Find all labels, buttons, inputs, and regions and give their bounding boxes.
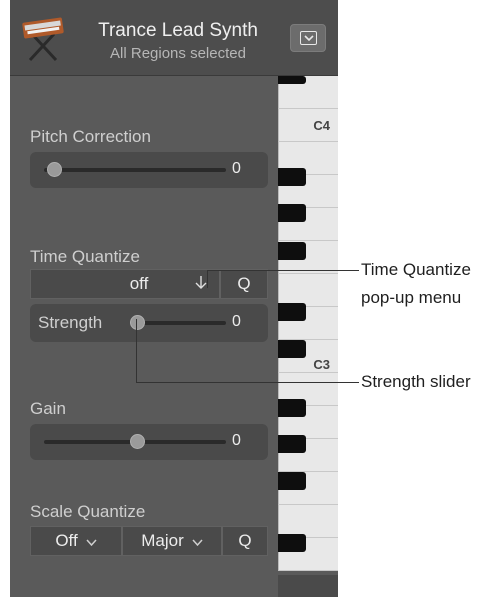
pitch-correction-value: 0 (232, 160, 241, 177)
key-label-c3: C3 (313, 357, 330, 372)
gain-label: Gain (30, 399, 66, 418)
scale-quantize-q-button[interactable]: Q (222, 526, 268, 556)
strength-slider-thumb[interactable] (130, 315, 145, 330)
inspector-menu-button[interactable] (290, 24, 326, 52)
callout-leader (136, 319, 137, 382)
scale-quantize-label: Scale Quantize (30, 502, 146, 521)
gain-thumb[interactable] (130, 434, 145, 449)
piano-white-key[interactable]: C4 (278, 109, 338, 142)
strength-label: Strength (38, 313, 103, 332)
callout-leader (136, 382, 359, 383)
chevron-down-icon (195, 275, 207, 296)
callout-leader (207, 270, 208, 288)
callout-leader (207, 270, 359, 271)
piano-keyboard: C4 C3 (278, 76, 338, 597)
selection-status: All Regions selected (110, 45, 246, 62)
key-label-c4: C4 (313, 118, 330, 133)
gain-slider[interactable]: 0 (30, 424, 268, 460)
time-quantize-selected: off (129, 274, 149, 293)
strength-slider-row: Strength 0 (30, 304, 268, 342)
inspector-header: Trance Lead Synth All Regions selected (10, 0, 338, 76)
pitch-correction-label: Pitch Correction (30, 127, 151, 146)
scale-type-popup[interactable]: Major (122, 526, 222, 556)
time-quantize-label: Time Quantize (30, 247, 140, 266)
scale-quantize-controls: Off Major Q (30, 526, 268, 556)
piano-black-key[interactable] (278, 76, 306, 84)
piano-scroll-footer (278, 575, 338, 597)
slider-track (44, 168, 226, 172)
piano-black-key[interactable] (278, 204, 306, 222)
piano-black-key[interactable] (278, 534, 306, 552)
piano-black-key[interactable] (278, 340, 306, 358)
callout-strength-slider: Strength slider (361, 372, 471, 391)
inspector-controls: Pitch Correction 0 Time Quantize off Q S… (10, 76, 280, 597)
region-inspector-panel: Trance Lead Synth All Regions selected P… (10, 0, 338, 597)
synth-keyboard-icon (20, 14, 66, 62)
chevron-down-icon (192, 534, 203, 549)
scale-root-selected: Off (55, 531, 78, 550)
time-quantize-popup[interactable]: off (30, 269, 220, 299)
gain-value: 0 (232, 432, 241, 449)
track-name: Trance Lead Synth (98, 20, 258, 41)
time-quantize-q-button[interactable]: Q (220, 269, 268, 299)
piano-black-key[interactable] (278, 435, 306, 453)
chevron-down-icon (300, 31, 317, 45)
piano-black-key[interactable] (278, 399, 306, 417)
piano-black-key[interactable] (278, 472, 306, 490)
scale-type-selected: Major (141, 531, 184, 550)
chevron-down-icon (86, 534, 97, 549)
pitch-correction-slider[interactable]: 0 (30, 152, 268, 188)
callout-time-quantize-line1: Time Quantize (361, 260, 471, 279)
strength-value: 0 (232, 313, 241, 330)
time-quantize-controls: off Q (30, 269, 268, 299)
scale-root-popup[interactable]: Off (30, 526, 122, 556)
piano-black-key[interactable] (278, 303, 306, 321)
piano-black-key[interactable] (278, 168, 306, 186)
strength-slider-track[interactable] (134, 321, 226, 325)
pitch-correction-thumb[interactable] (47, 162, 62, 177)
callout-time-quantize-line2: pop-up menu (361, 288, 462, 307)
piano-black-key[interactable] (278, 242, 306, 260)
